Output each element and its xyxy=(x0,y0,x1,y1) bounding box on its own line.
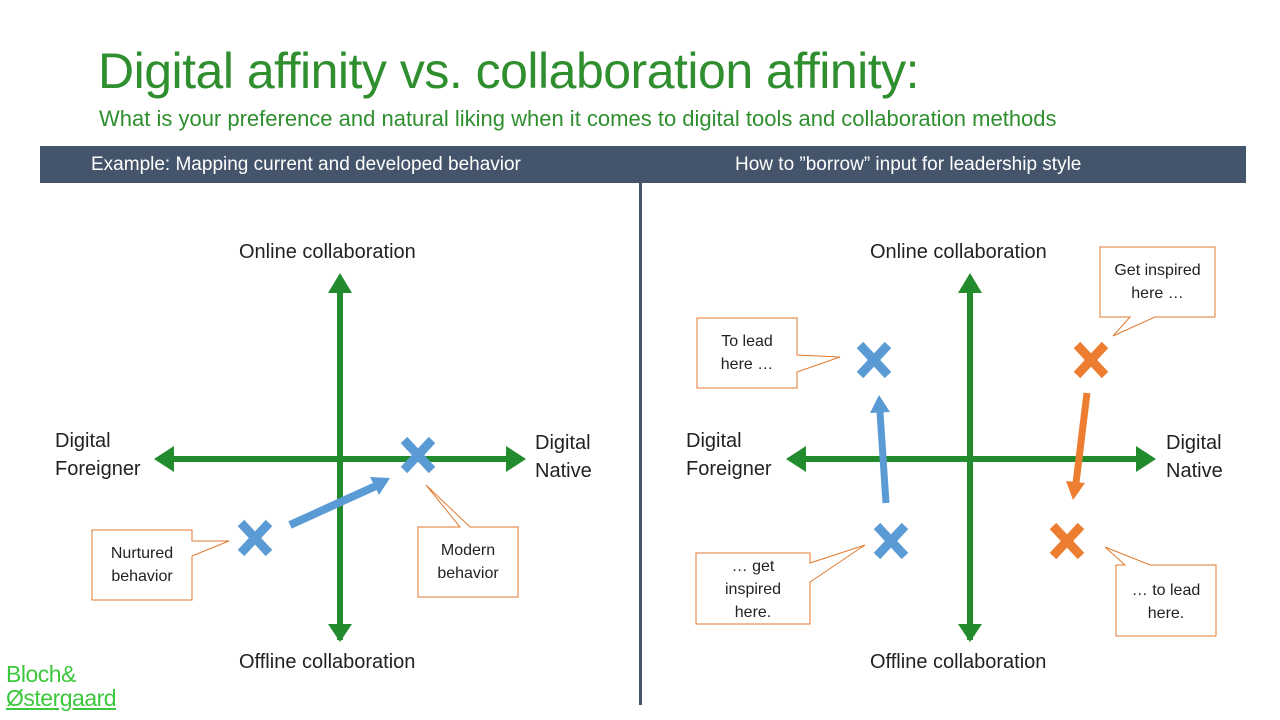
left-axis-label-foreigner-line1: Digital xyxy=(55,430,111,452)
orange-target-marker-icon xyxy=(1049,522,1085,560)
right-axis-label-native: Digital Native xyxy=(1166,429,1223,485)
callout-line: inspired xyxy=(724,581,782,598)
to-lead-here-callout-text: To lead here … xyxy=(697,330,797,376)
callout-line: … to lead xyxy=(1131,582,1201,599)
left-axis-arrow-down-icon xyxy=(328,624,352,642)
blue-target-marker-icon xyxy=(856,341,892,379)
get-inspired-here-callout-text: Get inspired here … xyxy=(1100,259,1215,305)
left-axis-label-native: Digital Native xyxy=(535,429,592,485)
logo-line1: Bloch& xyxy=(6,661,76,687)
right-axis-label-native-line1: Digital xyxy=(1166,432,1222,454)
callout-line: here. xyxy=(1147,605,1185,622)
right-axis-label-native-line2: Native xyxy=(1166,460,1223,482)
right-axis-label-foreigner-line1: Digital xyxy=(686,430,742,452)
company-logo: Bloch& Østergaard xyxy=(6,661,117,711)
right-axis-label-foreigner-line2: Foreigner xyxy=(686,458,772,480)
right-axis-arrow-right-icon xyxy=(1136,446,1156,472)
get-inspired-here-bottom-callout-text: … get inspired here. xyxy=(696,555,810,624)
orange-down-arrow-icon xyxy=(1066,392,1091,500)
blue-origin-marker-icon xyxy=(873,522,909,560)
right-axis-arrow-up-icon xyxy=(958,273,982,293)
nurtured-behavior-marker-icon xyxy=(237,519,273,557)
callout-line: here. xyxy=(734,604,772,621)
right-axis-label-offline: Offline collaboration xyxy=(870,651,1047,673)
right-axis-label-online: Online collaboration xyxy=(870,241,1047,263)
right-quadrant-axes xyxy=(786,273,1156,642)
blue-up-arrow-icon xyxy=(870,395,890,504)
callout-line: behavior xyxy=(437,565,499,582)
callout-line: … get xyxy=(731,558,775,575)
left-axis-label-foreigner-line2: Foreigner xyxy=(55,458,141,480)
diagram-canvas xyxy=(91,246,1217,642)
callout-line: Nurtured xyxy=(110,545,174,562)
orange-origin-marker-icon xyxy=(1073,341,1109,379)
callout-line: Modern xyxy=(440,542,496,559)
left-axis-label-native-line2: Native xyxy=(535,460,592,482)
right-axis-arrow-left-icon xyxy=(786,446,806,472)
callout-line: behavior xyxy=(111,568,173,585)
callout-line: here … xyxy=(720,356,774,373)
to-lead-here-bottom-callout-text: … to lead here. xyxy=(1116,579,1216,625)
left-axis-arrow-right-icon xyxy=(506,446,526,472)
left-axis-arrow-left-icon xyxy=(154,446,174,472)
left-axis-label-online: Online collaboration xyxy=(239,241,416,263)
callout-line: Get inspired xyxy=(1114,262,1201,279)
right-axis-label-foreigner: Digital Foreigner xyxy=(686,427,772,483)
nurtured-behavior-callout-text: Nurtured behavior xyxy=(92,542,192,588)
left-axis-label-native-line1: Digital xyxy=(535,432,591,454)
left-axis-label-foreigner: Digital Foreigner xyxy=(55,427,141,483)
modern-behavior-marker-icon xyxy=(400,436,436,474)
modern-behavior-callout-text: Modern behavior xyxy=(418,539,518,585)
left-axis-arrow-up-icon xyxy=(328,273,352,293)
logo-line2: Østergaard xyxy=(6,685,117,711)
callout-line: here … xyxy=(1131,285,1184,302)
left-axis-label-offline: Offline collaboration xyxy=(239,651,416,673)
right-axis-arrow-down-icon xyxy=(958,624,982,642)
callout-line: To lead xyxy=(721,333,773,350)
